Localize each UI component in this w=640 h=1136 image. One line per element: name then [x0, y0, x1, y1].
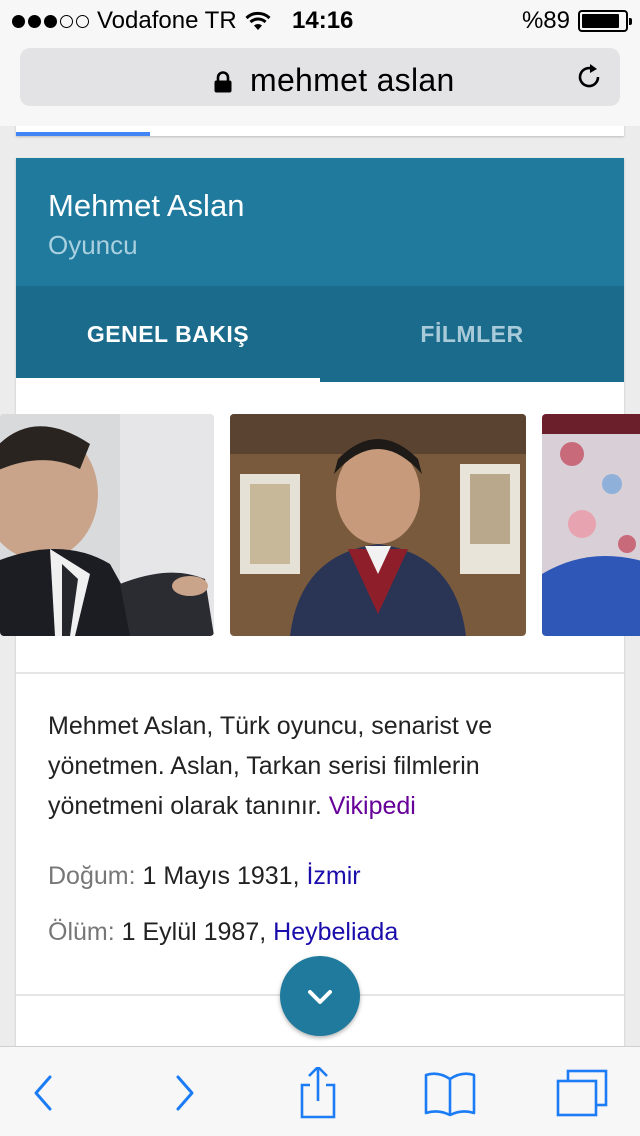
previous-card-edge	[16, 126, 624, 136]
image-carousel[interactable]	[0, 414, 640, 636]
tab-overview[interactable]: GENEL BAKIŞ	[16, 286, 320, 382]
signal-strength-icon	[12, 14, 89, 28]
address-text: mehmet aslan	[250, 62, 455, 98]
book-icon	[424, 1072, 476, 1117]
wikipedia-link[interactable]: Vikipedi	[329, 792, 416, 820]
status-right: %89	[521, 7, 632, 35]
fact-label: Ölüm:	[48, 918, 115, 946]
back-arrow-icon	[34, 1075, 52, 1111]
entity-title: Mehmet Aslan	[48, 188, 245, 223]
knowledge-tabs: GENEL BAKIŞ FİLMLER	[16, 286, 624, 382]
previous-tab-indicator	[16, 132, 150, 136]
birthplace-link[interactable]: İzmir	[306, 862, 360, 890]
share-icon	[300, 1065, 336, 1119]
active-tab-indicator	[16, 378, 320, 382]
expand-button[interactable]	[280, 956, 360, 1036]
entity-description: Mehmet Aslan, Türk oyuncu, senarist ve y…	[48, 706, 588, 826]
status-time: 14:16	[292, 7, 354, 34]
tab-films[interactable]: FİLMLER	[320, 286, 624, 382]
carousel-image[interactable]	[542, 414, 640, 636]
web-content: Mehmet Aslan Oyuncu GENEL BAKIŞ FİLMLER	[0, 126, 640, 1046]
carrier-name: Vodafone TR	[97, 7, 237, 34]
tabs-icon	[556, 1069, 608, 1117]
knowledge-panel-header: Mehmet Aslan Oyuncu	[16, 158, 624, 286]
back-button[interactable]	[14, 1067, 74, 1119]
carousel-image[interactable]	[230, 414, 526, 636]
section-divider	[16, 672, 624, 674]
lock-icon	[214, 71, 232, 93]
knowledge-panel: Mehmet Aslan Oyuncu GENEL BAKIŞ FİLMLER	[0, 158, 640, 1046]
forward-arrow-icon	[176, 1075, 194, 1111]
status-bar: Vodafone TR 14:16 %89	[0, 0, 640, 40]
fact-birth: Doğum: 1 Mayıs 1931, İzmir	[48, 862, 361, 891]
chevron-down-icon	[308, 990, 332, 1004]
forward-button[interactable]	[154, 1067, 214, 1119]
fact-death: Ölüm: 1 Eylül 1987, Heybeliada	[48, 918, 398, 947]
entity-subtitle: Oyuncu	[48, 230, 138, 260]
wifi-icon	[245, 11, 271, 30]
share-button[interactable]	[288, 1065, 348, 1119]
fact-value: 1 Mayıs 1931,	[142, 862, 307, 890]
tabs-button[interactable]	[552, 1067, 612, 1119]
address-bar[interactable]: mehmet aslan	[20, 48, 620, 106]
deathplace-link[interactable]: Heybeliada	[273, 918, 398, 946]
fact-value: 1 Eylül 1987,	[121, 918, 274, 946]
status-left: Vodafone TR	[12, 7, 271, 35]
carousel-image[interactable]	[0, 414, 214, 636]
fact-label: Doğum:	[48, 862, 136, 890]
reload-icon[interactable]	[574, 62, 604, 92]
description-text: Mehmet Aslan, Türk oyuncu, senarist ve y…	[48, 712, 493, 820]
browser-toolbar	[0, 1046, 640, 1136]
browser-address-area: mehmet aslan	[0, 40, 640, 126]
battery-percent: %89	[521, 7, 570, 34]
bookmarks-button[interactable]	[420, 1067, 480, 1119]
battery-icon	[578, 10, 632, 32]
